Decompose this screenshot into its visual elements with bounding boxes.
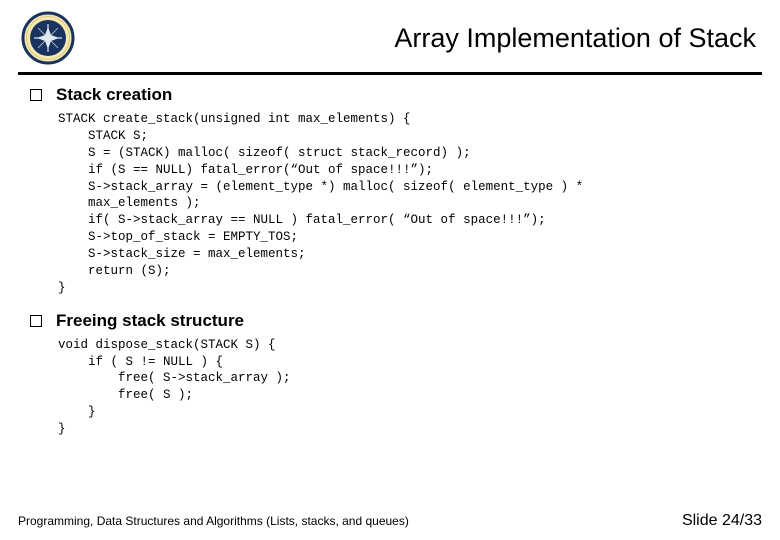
slide-number: Slide 24/33 [682, 512, 762, 530]
code-block: void dispose_stack(STACK S) { if ( S != … [58, 337, 754, 438]
section-title: Freeing stack structure [56, 311, 244, 331]
section-head: Freeing stack structure [30, 311, 754, 331]
section-head: Stack creation [30, 85, 754, 105]
slide-title: Array Implementation of Stack [78, 23, 762, 54]
square-bullet-icon [30, 89, 42, 101]
slide-header: Array Implementation of Stack [0, 0, 780, 72]
footer-left-text: Programming, Data Structures and Algorit… [18, 514, 409, 528]
seal-logo-icon [18, 8, 78, 68]
section-title: Stack creation [56, 85, 172, 105]
divider [18, 72, 762, 75]
section-freeing-stack: Freeing stack structure void dispose_sta… [30, 311, 754, 438]
slide-footer: Programming, Data Structures and Algorit… [0, 512, 780, 530]
slide: Array Implementation of Stack Stack crea… [0, 0, 780, 540]
square-bullet-icon [30, 315, 42, 327]
code-block: STACK create_stack(unsigned int max_elem… [58, 111, 754, 297]
section-stack-creation: Stack creation STACK create_stack(unsign… [30, 85, 754, 297]
slide-content: Stack creation STACK create_stack(unsign… [0, 85, 780, 438]
